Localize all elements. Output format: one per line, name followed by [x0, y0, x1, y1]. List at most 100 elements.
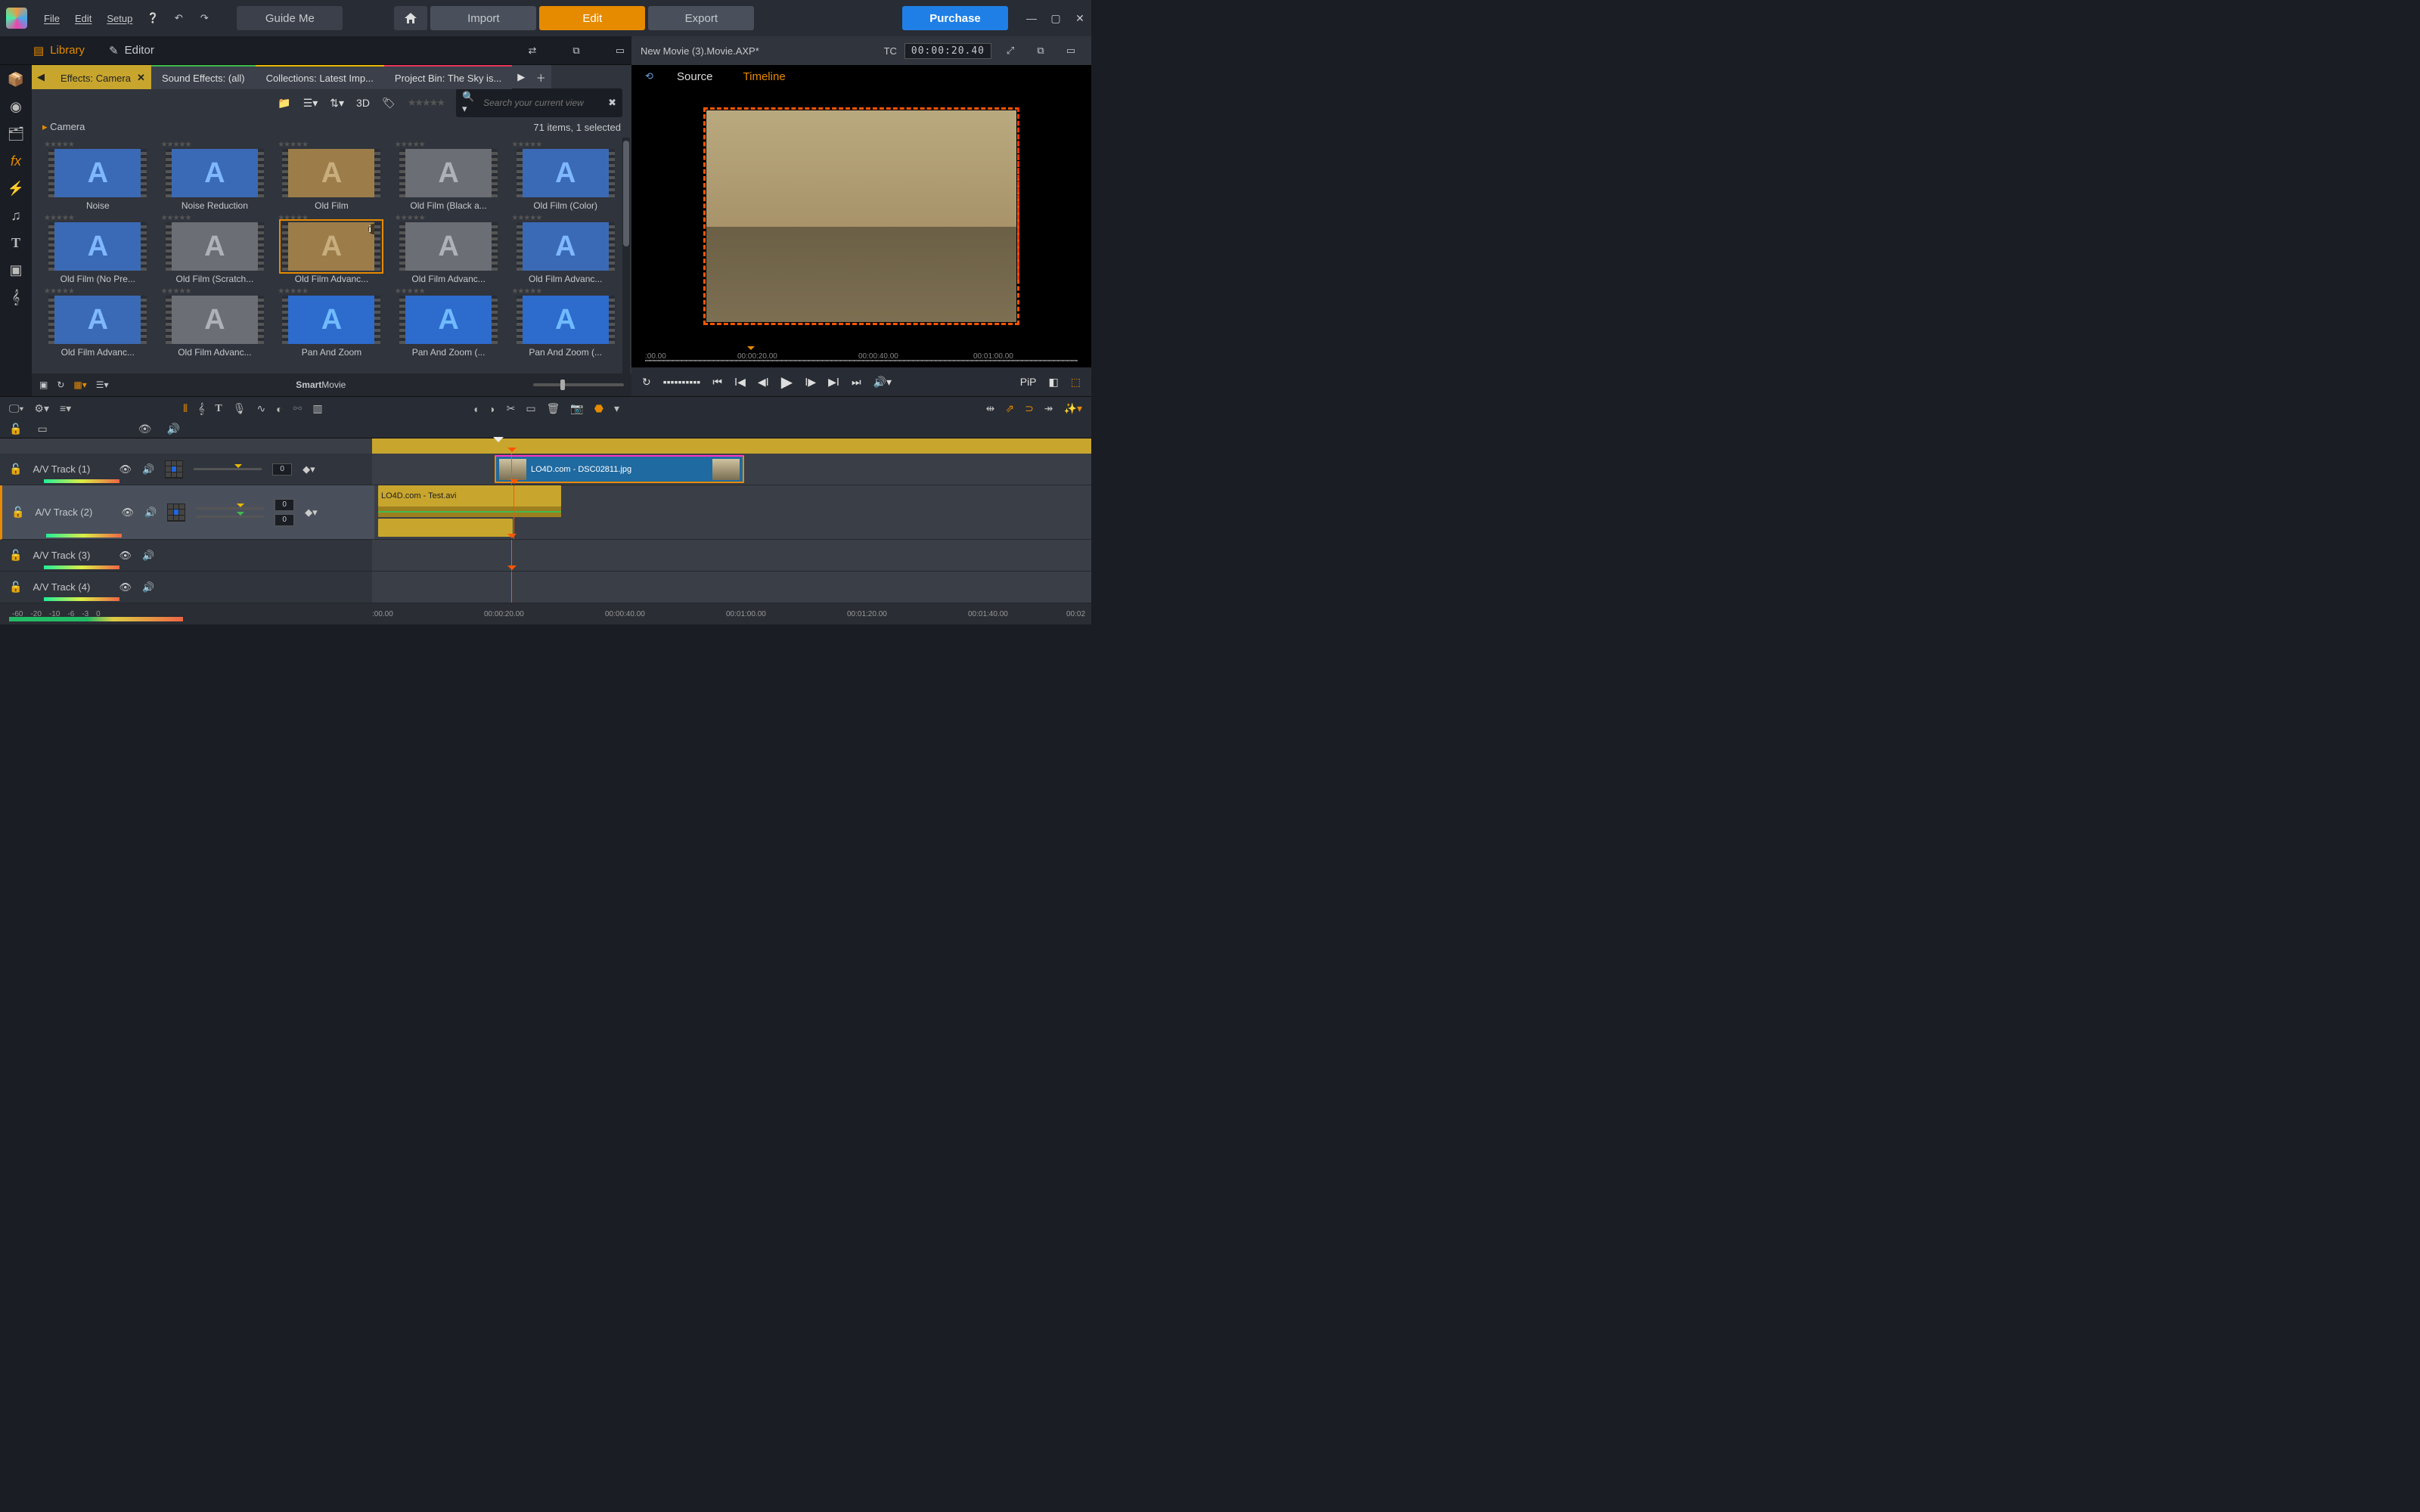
video-clip[interactable]: LO4D.com - DSC02811.jpg [495, 455, 744, 483]
jog-icon[interactable]: ▪▪▪▪▪▪▪▪▪▪ [663, 376, 701, 388]
sidebar-collections-icon[interactable]: 🗂 [6, 124, 26, 144]
sidebar-fx-icon[interactable]: fx [6, 151, 26, 171]
mark-out-icon[interactable]: ◗ [489, 403, 495, 415]
library-tab-projectbin[interactable]: Project Bin: The Sky is... [384, 65, 512, 89]
keyframe-diamond-icon[interactable]: ◆▾ [305, 507, 318, 519]
redo-icon[interactable]: ↷ [196, 10, 213, 26]
crop-icon[interactable]: ⬚ [1071, 376, 1081, 389]
library-item[interactable]: ★★★★★AOld Film Advanc... [510, 214, 621, 284]
grid-view-icon[interactable]: ▦▾ [73, 380, 86, 390]
library-mode-tab[interactable]: ▤ Library [32, 39, 86, 62]
frame-fwd-icon[interactable]: Ⅰ▶ [805, 376, 816, 389]
sidebar-title-icon[interactable]: T [6, 233, 26, 253]
maximize-icon[interactable]: ▢ [1050, 12, 1061, 25]
list-icon[interactable]: ☰▾ [96, 380, 109, 390]
library-item[interactable]: ★★★★★AOld Film (Color) [510, 141, 621, 211]
mixer-icon[interactable]: ⫴ [183, 402, 188, 415]
step-fwd-icon[interactable]: ▶Ⅰ [828, 376, 839, 389]
swap-preview-icon[interactable]: ⟲ [645, 70, 653, 82]
timeline-playhead[interactable] [511, 572, 512, 603]
smartmovie-label[interactable]: SmartSmartMovieMovie [296, 380, 346, 390]
timecode-field[interactable]: 00:00:20.40 [904, 43, 991, 59]
purchase-button[interactable]: Purchase [902, 6, 1008, 30]
search-input[interactable] [483, 98, 602, 108]
loop-icon[interactable]: ↻ [642, 376, 651, 389]
track-speaker-icon[interactable]: 🔊 [142, 550, 154, 562]
goto-start-icon[interactable]: ⏮ [712, 376, 722, 389]
tabs-next-icon[interactable]: ▶ [512, 65, 530, 89]
library-tab-effects[interactable]: Effects: Camera✕ [50, 65, 151, 89]
gear-icon[interactable]: ⚙▾ [34, 402, 49, 415]
preview-source-tab[interactable]: Source [677, 70, 713, 83]
help-icon[interactable]: ❔ [144, 10, 161, 26]
preview-playhead[interactable] [745, 345, 754, 367]
editor-mode-tab[interactable]: ✎ Editor [107, 39, 156, 62]
library-scrollbar[interactable] [622, 138, 630, 373]
library-item[interactable]: ★★★★★AOld Film Advanc... [393, 214, 504, 284]
keyframe-grid[interactable] [167, 503, 185, 522]
guide-me-button[interactable]: Guide Me [237, 6, 343, 30]
contrast-icon[interactable]: ◐ [276, 403, 282, 415]
vol-slider[interactable] [196, 516, 264, 518]
sidebar-transitions-icon[interactable]: ⚡ [6, 178, 26, 198]
razor-icon[interactable]: ✂ [507, 402, 516, 415]
library-tab-sound[interactable]: Sound Effects: (all) [151, 65, 256, 89]
folder-icon[interactable]: 📁 [278, 97, 290, 110]
multicam-icon[interactable]: ▥ [312, 402, 322, 415]
library-item[interactable]: ★★★★★APan And Zoom (... [510, 287, 621, 358]
keyframe-diamond-icon[interactable]: ◆▾ [302, 463, 315, 476]
library-item[interactable]: ★★★★★APan And Zoom (... [393, 287, 504, 358]
menu-edit[interactable]: Edit [69, 10, 98, 27]
export-button[interactable]: Export [648, 6, 754, 30]
library-item[interactable]: ★★★★★ANoise [42, 141, 154, 211]
track-eye-icon[interactable]: 👁 [121, 507, 134, 519]
master-speaker-icon[interactable]: 🔊 [166, 423, 179, 435]
tag-icon[interactable]: 🏷 [382, 97, 396, 110]
align-icon[interactable]: ≡▾ [60, 402, 71, 415]
library-item[interactable]: ★★★★★AOld Film (Black a... [393, 141, 504, 211]
audio-clip-lower[interactable] [378, 519, 513, 537]
expand-icon[interactable]: ⤢ [1002, 42, 1019, 59]
voiceover-icon[interactable]: 🎙 [233, 402, 247, 415]
undo-icon[interactable]: ↶ [170, 10, 187, 26]
sidebar-score-icon[interactable]: 𝄞 [6, 287, 26, 307]
link-sync-icon[interactable]: ⇗ [1005, 402, 1014, 415]
timeline-playhead[interactable] [513, 485, 514, 539]
marker-icon[interactable]: ⬣ [594, 402, 603, 415]
dual-view-icon[interactable]: ▭ [1063, 42, 1079, 59]
mark-in-icon[interactable]: ◖ [473, 403, 479, 415]
track-body[interactable] [372, 572, 1091, 603]
sort-icon[interactable]: ⇅▾ [330, 97, 344, 110]
trim-mode-icon[interactable]: ⇹ [986, 402, 995, 415]
home-button[interactable] [394, 6, 427, 30]
library-item[interactable]: ★★★★★AOld Film Advanc... [42, 287, 154, 358]
sidebar-bin-icon[interactable]: 📦 [6, 70, 26, 89]
track-lock-icon[interactable]: 🔓 [9, 581, 22, 593]
import-button[interactable]: Import [430, 6, 536, 30]
library-item[interactable]: ★★★★★AOld Film (Scratch... [160, 214, 271, 284]
tabs-add-icon[interactable]: ＋ [530, 65, 551, 89]
goto-end-icon[interactable]: ⏭ [852, 376, 861, 389]
master-eye-icon[interactable]: 👁 [138, 423, 152, 435]
sidebar-audio-icon[interactable]: ♫ [6, 206, 26, 225]
track-eye-icon[interactable]: 👁 [119, 581, 132, 593]
menu-file[interactable]: File [38, 10, 66, 27]
track-lock-icon[interactable]: 🔓 [11, 506, 24, 519]
snapshot-icon[interactable]: 📷 [570, 402, 583, 415]
track-name[interactable]: A/V Track (3) [33, 550, 108, 561]
timeline-view-icon[interactable]: ▭ [37, 423, 47, 435]
pan-slider[interactable] [194, 468, 262, 470]
edit-button[interactable]: Edit [539, 6, 645, 30]
thumbnail-zoom-slider[interactable] [533, 383, 624, 386]
marker-pv-icon[interactable]: ◧ [1049, 376, 1059, 389]
track-body[interactable] [372, 540, 1091, 571]
scrub-region[interactable] [372, 438, 1091, 454]
sidebar-disc-icon[interactable]: ▣ [6, 260, 26, 280]
layout-icon[interactable]: ▭ [612, 42, 628, 59]
swap-icon[interactable]: ⇄ [524, 42, 541, 59]
library-item[interactable]: ★★★★★APan And Zoom [276, 287, 387, 358]
title-tool-icon[interactable]: T [215, 403, 222, 415]
preview-canvas[interactable] [631, 88, 1091, 345]
frame-back-icon[interactable]: ◀Ⅰ [758, 376, 769, 389]
list-view-icon[interactable]: ☰▾ [303, 97, 318, 110]
